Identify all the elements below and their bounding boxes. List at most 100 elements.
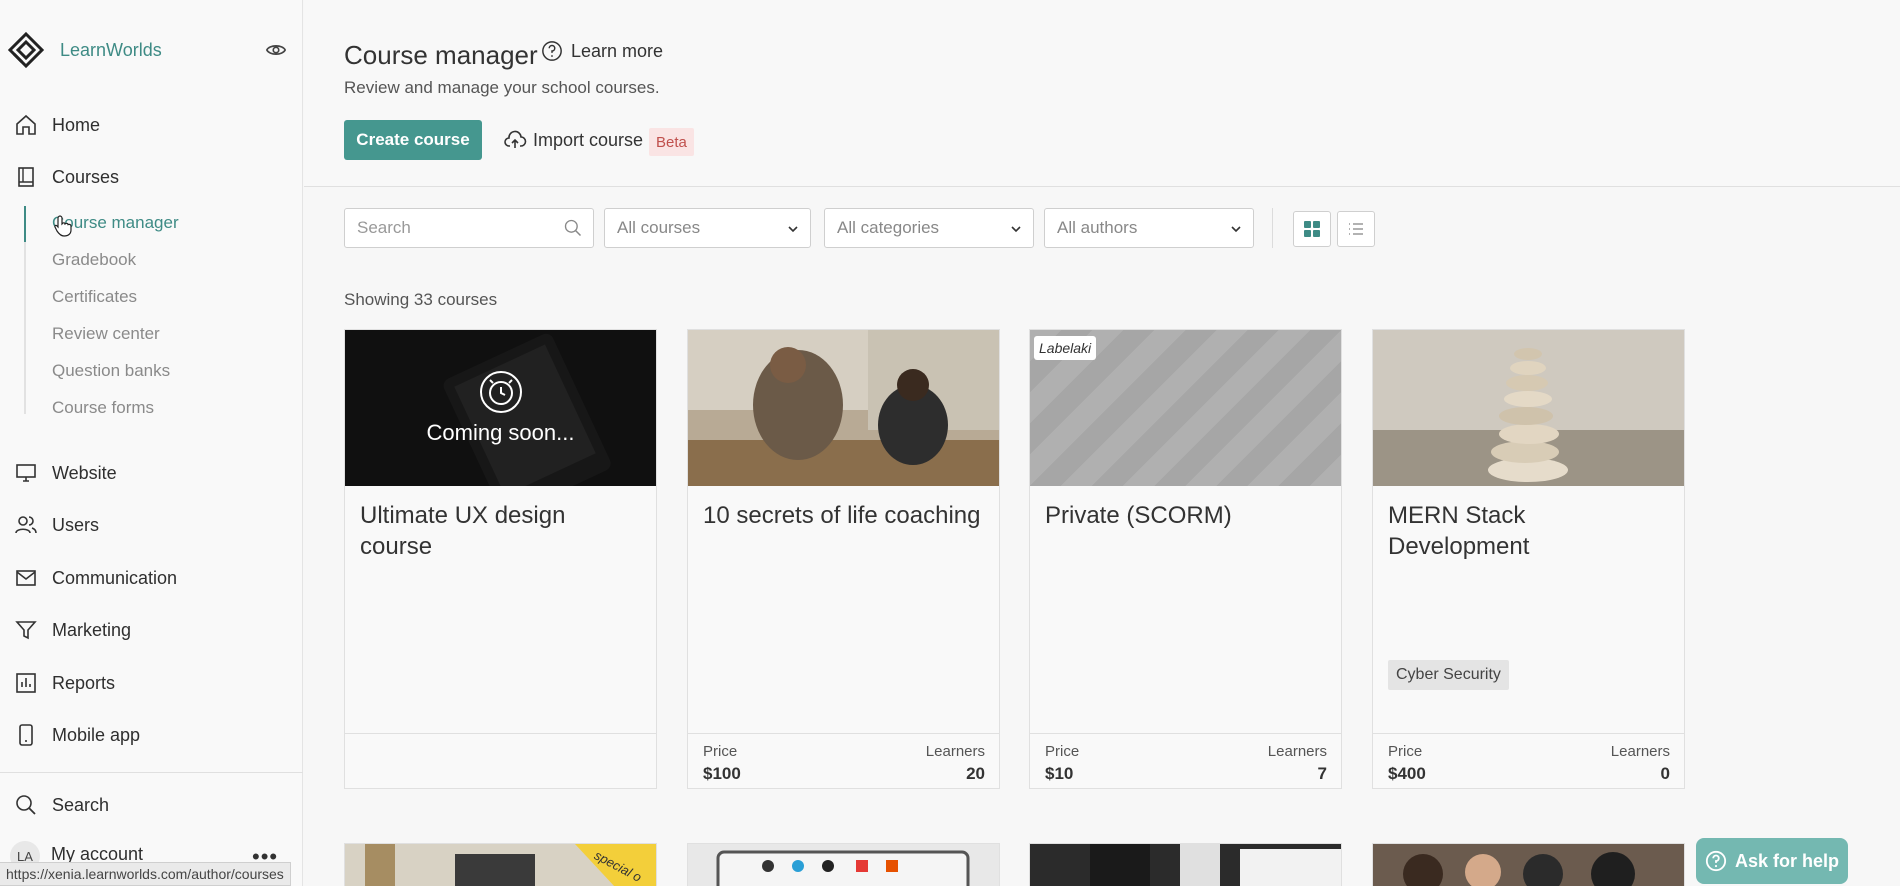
import-course-button[interactable]: Import course [503, 128, 643, 152]
courses-select-value: All courses [617, 218, 701, 237]
nav-reports-label: Reports [52, 672, 116, 693]
hand-cursor-icon [54, 215, 72, 237]
course-thumbnail [1373, 330, 1684, 486]
subnav-question-banks[interactable]: Question banks [52, 361, 170, 381]
course-image [1373, 330, 1684, 486]
filter-divider [1272, 208, 1273, 248]
subnav-certificates[interactable]: Certificates [52, 287, 137, 307]
learners-value: 7 [1317, 764, 1327, 783]
beta-badge: Beta [649, 128, 694, 156]
active-indicator [24, 206, 26, 242]
list-view-button[interactable] [1337, 211, 1375, 247]
card-divider [688, 733, 999, 734]
nav-website[interactable]: Website [14, 458, 117, 488]
learnworlds-logo-icon [8, 32, 44, 68]
grid-view-button[interactable] [1293, 211, 1331, 247]
course-image [688, 330, 999, 486]
course-card[interactable] [1029, 843, 1342, 886]
home-icon [14, 113, 38, 137]
price-value: $10 [1045, 764, 1074, 783]
nav-courses[interactable]: Courses [14, 162, 119, 192]
cloud-upload-icon [504, 130, 527, 148]
nav-home-label: Home [52, 114, 101, 135]
brand[interactable]: LearnWorlds [8, 30, 162, 70]
price-value: $100 [703, 764, 741, 783]
nav-courses-label: Courses [52, 166, 120, 187]
bar-chart-icon [14, 671, 38, 695]
course-thumbnail [688, 330, 999, 486]
help-circle-icon [1705, 850, 1727, 872]
nav-reports[interactable]: Reports [14, 668, 115, 698]
coming-soon-text: Coming soon... [426, 420, 575, 445]
course-card[interactable] [1372, 843, 1685, 886]
chevron-down-icon [788, 226, 798, 233]
help-circle-icon [542, 41, 562, 61]
price-value: $400 [1388, 764, 1426, 783]
learners-value: 0 [1660, 764, 1670, 783]
eye-icon[interactable] [265, 39, 287, 61]
nav-home[interactable]: Home [14, 110, 100, 140]
course-card[interactable]: Labelaki Private (SCORM) Price $10 Learn… [1029, 329, 1342, 789]
alarm-clock-icon [479, 371, 522, 413]
chevron-down-icon [1011, 226, 1021, 233]
nav-communication[interactable]: Communication [14, 563, 177, 593]
courses-subnav: Course manager Gradebook Certificates Re… [24, 206, 294, 417]
course-thumbnail: Coming soon... [345, 330, 656, 486]
search-input[interactable] [345, 209, 545, 247]
category-tag: Cyber Security [1388, 660, 1509, 690]
nav-mobile-app[interactable]: Mobile app [14, 720, 140, 750]
phone-icon [14, 723, 38, 747]
page-title: Course manager [344, 40, 538, 70]
learn-more-link[interactable]: Learn more [541, 40, 663, 62]
ask-for-help-label: Ask for help [1734, 850, 1840, 871]
search-icon [14, 793, 38, 817]
chevron-down-icon [1231, 226, 1241, 233]
course-card[interactable]: MERN Stack Development Cyber Security Pr… [1372, 329, 1685, 789]
nav-users[interactable]: Users [14, 510, 99, 540]
grid-icon [1304, 221, 1320, 237]
course-image [688, 844, 999, 886]
book-icon [14, 165, 38, 189]
ask-for-help-button[interactable]: Ask for help [1696, 838, 1848, 884]
price-label: Price [1388, 743, 1423, 760]
subnav-gradebook[interactable]: Gradebook [52, 250, 136, 270]
course-count: Showing 33 courses [344, 290, 498, 309]
import-course-label: Import course [533, 129, 644, 150]
list-icon [1349, 223, 1363, 235]
course-card[interactable]: special o [344, 843, 657, 886]
authors-select[interactable]: All authors [1044, 208, 1254, 248]
mail-icon [14, 566, 38, 590]
users-icon [14, 513, 38, 537]
card-divider [1373, 733, 1684, 734]
subnav-course-forms[interactable]: Course forms [52, 398, 154, 418]
nav-search[interactable]: Search [14, 790, 109, 820]
course-title: 10 secrets of life coaching [703, 502, 981, 529]
learners-label: Learners [925, 743, 985, 760]
course-card[interactable] [687, 843, 1000, 886]
course-title: Ultimate UX design course [360, 502, 566, 560]
course-card[interactable]: 10 secrets of life coaching Price $100 L… [687, 329, 1000, 789]
categories-select[interactable]: All categories [824, 208, 1034, 248]
coming-soon-overlay: Coming soon... [345, 330, 656, 486]
sidebar: LearnWorlds Home Courses Course manager … [0, 0, 303, 886]
course-card[interactable]: Coming soon... Ultimate UX design course [344, 329, 657, 789]
nav-marketing[interactable]: Marketing [14, 615, 131, 645]
courses-select[interactable]: All courses [604, 208, 811, 248]
nav-users-label: Users [52, 514, 100, 535]
course-title: Private (SCORM) [1045, 502, 1232, 529]
learn-more-label: Learn more [571, 40, 664, 61]
page-header: Course manager Learn more Review and man… [304, 0, 1900, 187]
page-subtitle: Review and manage your school courses. [344, 78, 660, 97]
learners-value: 20 [966, 764, 985, 783]
subnav-review-center[interactable]: Review center [52, 324, 160, 344]
nav-website-label: Website [52, 462, 117, 483]
search-field[interactable] [344, 208, 594, 248]
course-thumbnail: Labelaki [1030, 330, 1341, 486]
categories-select-value: All categories [837, 218, 940, 237]
course-label: Labelaki [1034, 336, 1097, 360]
create-course-button[interactable]: Create course [344, 120, 482, 160]
course-image: special o [345, 844, 656, 886]
price-label: Price [703, 743, 738, 760]
learners-label: Learners [1610, 743, 1670, 760]
monitor-icon [14, 461, 38, 485]
